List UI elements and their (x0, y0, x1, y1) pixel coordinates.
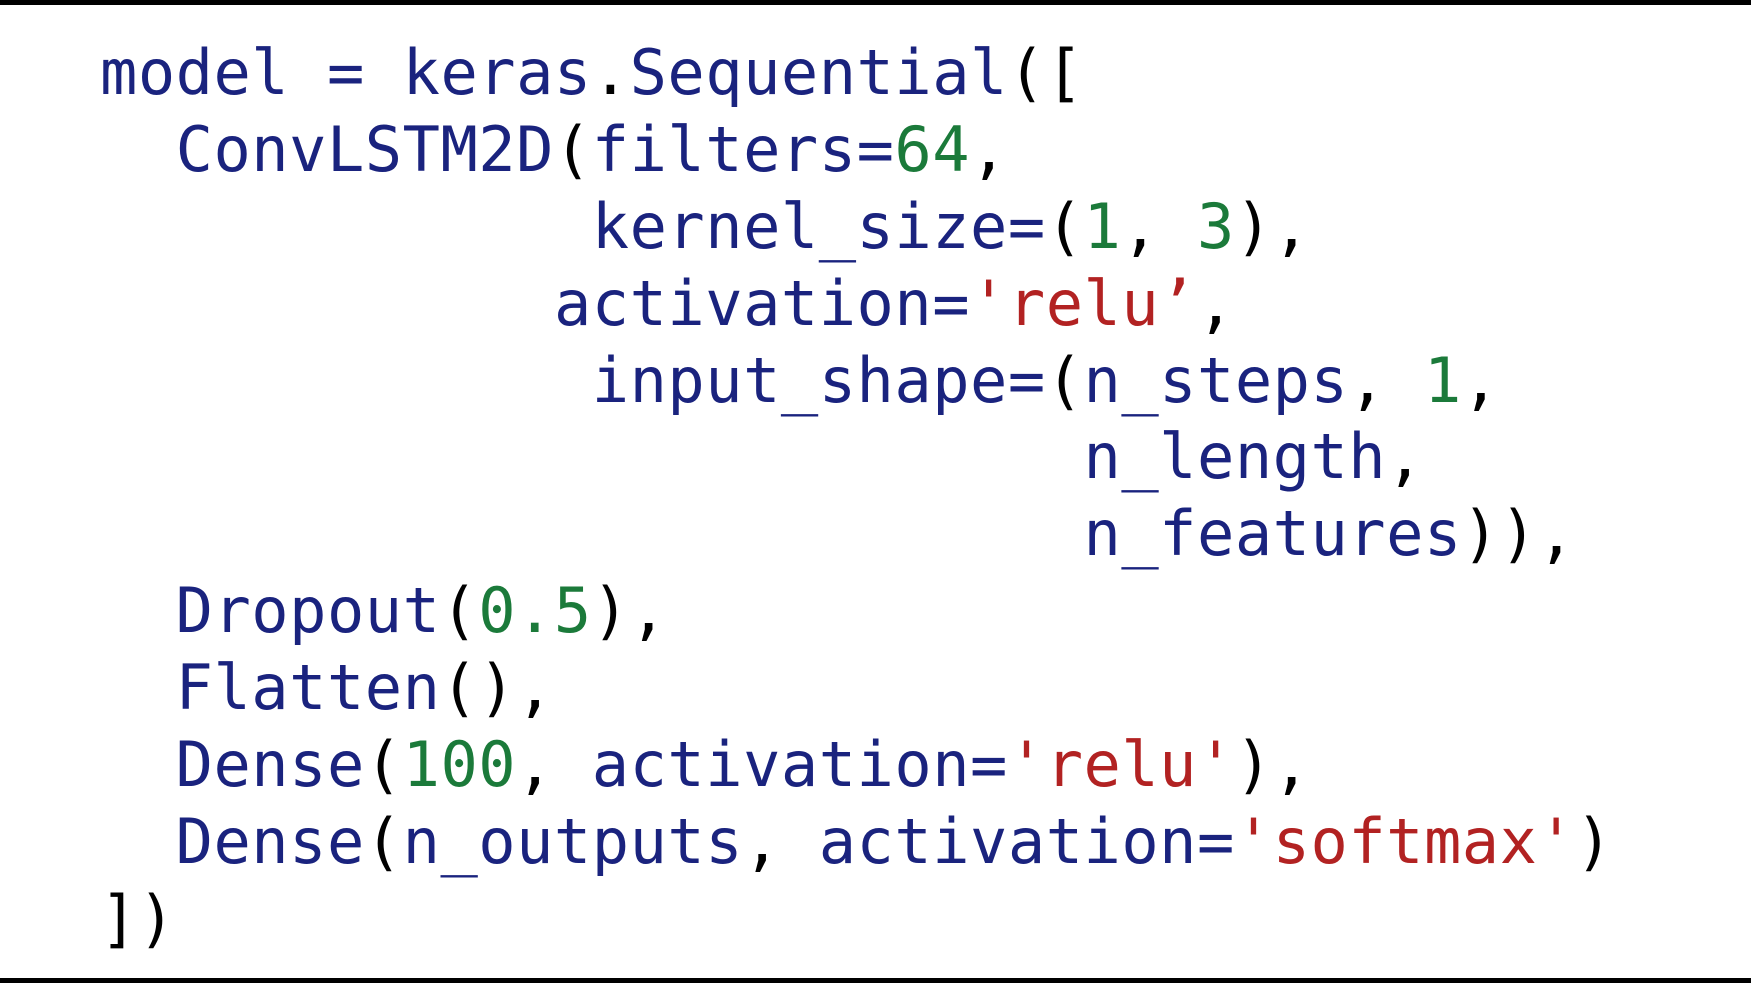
code-token-var: = (857, 113, 895, 186)
code-token-plain (100, 574, 176, 647)
code-token-var: ConvLSTM2D (176, 113, 554, 186)
code-token-num: 1 (1084, 190, 1122, 263)
code-token-plain (100, 113, 176, 186)
code-token-plain (100, 728, 176, 801)
code-token-plain (100, 344, 592, 417)
code-slide-frame: model = keras.Sequential([ ConvLSTM2D(fi… (0, 0, 1751, 983)
code-token-var: activation (819, 805, 1197, 878)
code-token-var: Flatten (176, 651, 441, 724)
code-token-num: 3 (1197, 190, 1235, 263)
code-token-var: n_outputs (403, 805, 743, 878)
code-token-plain: ( (365, 805, 403, 878)
code-token-plain: ), (1235, 728, 1311, 801)
code-token-plain: , (743, 805, 819, 878)
code-token-str: 'relu' (1008, 728, 1235, 801)
code-token-plain (289, 36, 327, 109)
code-token-str: 'relu’ (970, 267, 1197, 340)
code-token-plain (100, 420, 1084, 493)
code-token-plain: ), (592, 574, 668, 647)
code-token-plain: ]) (100, 882, 176, 955)
code-token-var: = (1197, 805, 1235, 878)
code-token-var: activation (554, 267, 932, 340)
code-token-var: kernel_size (592, 190, 1008, 263)
code-token-plain: ( (365, 728, 403, 801)
code-token-plain: , (1386, 420, 1424, 493)
code-token-plain: , (1348, 344, 1424, 417)
code-token-num: 64 (894, 113, 970, 186)
code-token-plain: ), (1235, 190, 1311, 263)
code-token-var: Dense (176, 728, 365, 801)
code-block: model = keras.Sequential([ ConvLSTM2D(fi… (100, 35, 1751, 958)
code-token-num: 100 (403, 728, 516, 801)
code-token-var: n_features (1084, 497, 1462, 570)
code-token-var: filters (592, 113, 857, 186)
code-token-str: 'softmax' (1235, 805, 1575, 878)
code-token-plain: ( (554, 113, 592, 186)
code-token-plain: ([ (1008, 36, 1084, 109)
code-token-plain: )), (1462, 497, 1575, 570)
code-token-var: keras (403, 36, 592, 109)
code-token-var: activation (592, 728, 970, 801)
code-token-plain: , (1197, 267, 1235, 340)
code-token-num: 1 (1424, 344, 1462, 417)
code-token-plain: , (1121, 190, 1197, 263)
code-token-var: Sequential (630, 36, 1008, 109)
code-token-var: n_length (1084, 420, 1387, 493)
code-token-var: = (932, 267, 970, 340)
code-token-plain: ) (1575, 805, 1613, 878)
code-token-plain (100, 805, 176, 878)
code-token-var: = (1008, 344, 1046, 417)
code-token-plain (100, 651, 176, 724)
code-token-var: = (1008, 190, 1046, 263)
code-token-var: = (327, 36, 365, 109)
code-token-var: Dropout (176, 574, 441, 647)
code-token-plain: ( (1046, 344, 1084, 417)
code-token-plain (100, 497, 1084, 570)
code-token-plain: , (970, 113, 1008, 186)
code-token-plain: ( (440, 574, 478, 647)
code-token-num: 0.5 (478, 574, 591, 647)
code-token-var: n_steps (1084, 344, 1349, 417)
code-token-var: = (970, 728, 1008, 801)
code-token-plain (100, 267, 554, 340)
code-token-plain: , (516, 728, 592, 801)
code-token-plain: . (592, 36, 630, 109)
code-token-var: input_shape (592, 344, 1008, 417)
code-token-plain: (), (440, 651, 553, 724)
code-token-var: model (100, 36, 289, 109)
code-token-plain (365, 36, 403, 109)
code-token-var: Dense (176, 805, 365, 878)
code-token-plain: , (1462, 344, 1500, 417)
code-token-plain: ( (1046, 190, 1084, 263)
code-token-plain (100, 190, 592, 263)
